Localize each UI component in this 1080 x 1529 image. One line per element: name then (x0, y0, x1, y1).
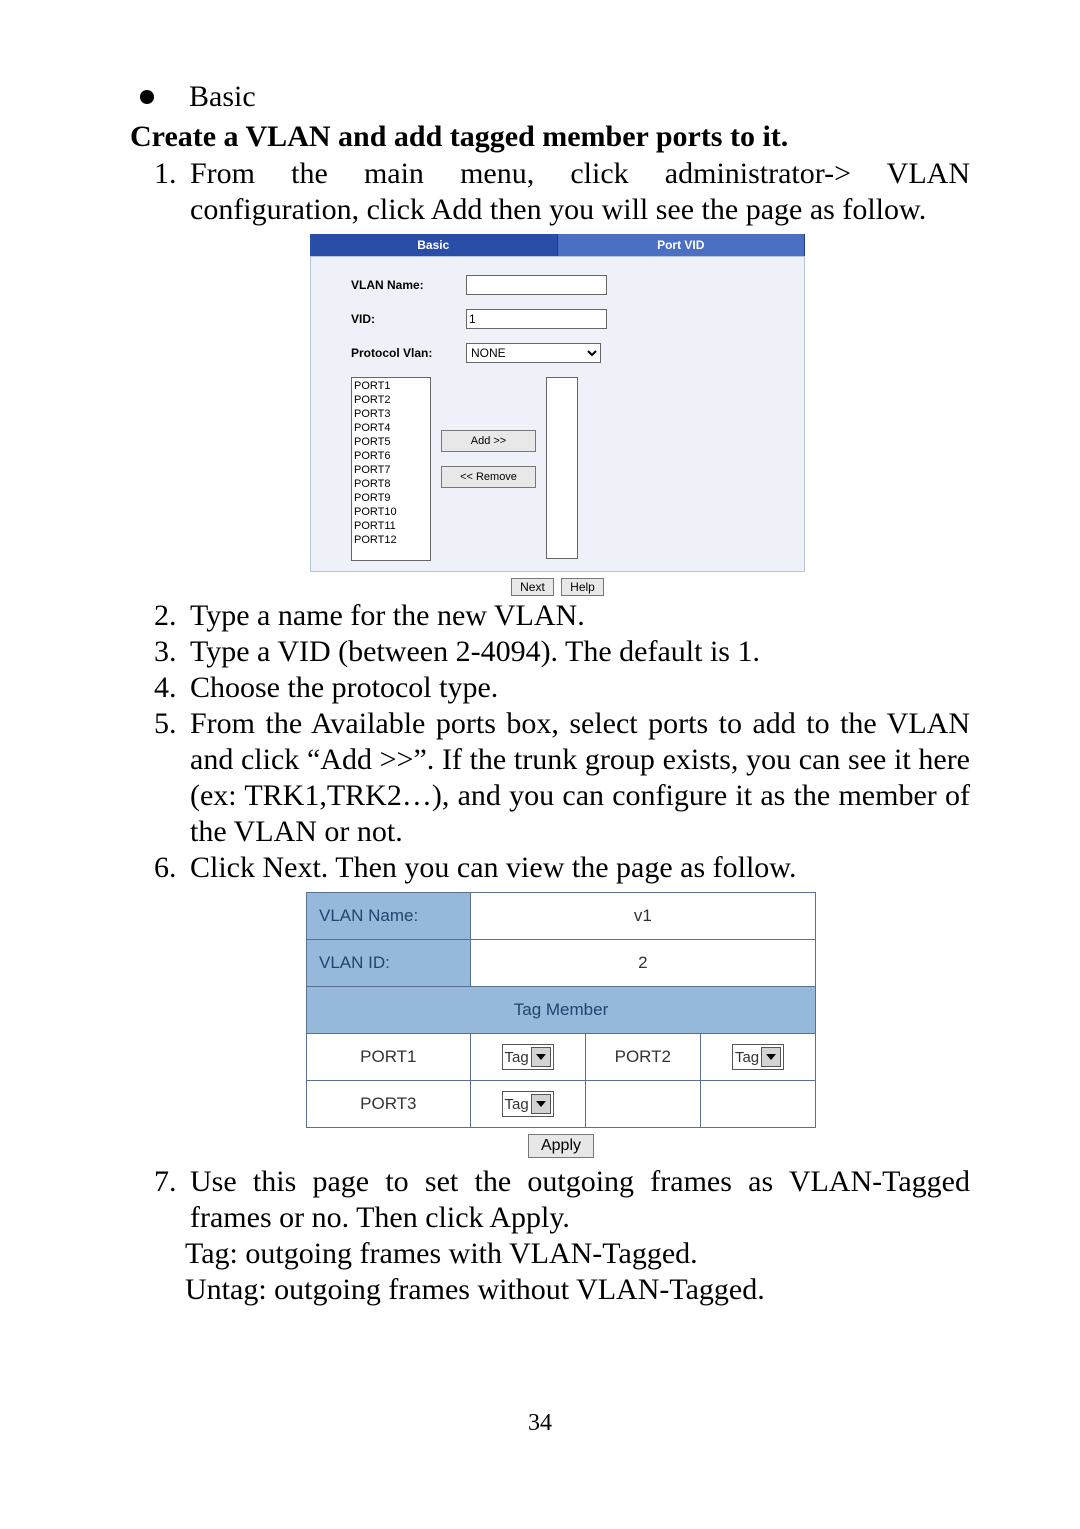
step-7b: Untag: outgoing frames without VLAN-Tagg… (185, 1272, 970, 1308)
port3-tag-select[interactable]: Tag (502, 1091, 554, 1117)
tab-port-vid[interactable]: Port VID (558, 234, 806, 256)
step-1: From the main menu, click administrator-… (184, 156, 970, 228)
chevron-down-icon (531, 1094, 551, 1114)
label-vid: VID: (351, 312, 466, 326)
apply-button[interactable]: Apply (528, 1134, 594, 1158)
port2-tag-select[interactable]: Tag (732, 1044, 784, 1070)
label-vlan-id: VLAN ID: (307, 940, 471, 987)
vlan-name-value: v1 (470, 893, 815, 940)
tab-basic[interactable]: Basic (310, 234, 558, 256)
help-button[interactable]: Help (561, 578, 604, 596)
next-button[interactable]: Next (511, 578, 554, 596)
step-7a: Tag: outgoing frames with VLAN-Tagged. (185, 1236, 970, 1272)
section-heading: Create a VLAN and add tagged member port… (130, 120, 970, 154)
vlan-id-value: 2 (470, 940, 815, 987)
list-item[interactable]: PORT8 (354, 477, 428, 491)
tag-member-header: Tag Member (307, 987, 816, 1034)
label-vlan-name: VLAN Name: (351, 278, 466, 292)
bullet-icon (140, 90, 154, 104)
figure-vlan-basic: Basic Port VID VLAN Name: VID: Protocol … (310, 234, 805, 596)
selected-ports-list[interactable] (546, 377, 578, 559)
remove-port-button[interactable]: << Remove (441, 466, 536, 488)
port2-label: PORT2 (585, 1034, 701, 1081)
list-item[interactable]: PORT7 (354, 463, 428, 477)
vid-input[interactable] (466, 309, 607, 329)
bullet-basic-text: Basic (189, 80, 256, 114)
page-number: 34 (0, 1410, 1080, 1437)
step-4: Choose the protocol type. (184, 670, 970, 706)
step-5: From the Available ports box, select por… (184, 706, 970, 850)
available-ports-list[interactable]: PORT1 PORT2 PORT3 PORT4 PORT5 PORT6 PORT… (351, 377, 431, 561)
chevron-down-icon (761, 1047, 781, 1067)
list-item[interactable]: PORT10 (354, 505, 428, 519)
list-item[interactable]: PORT5 (354, 435, 428, 449)
port1-tag-select[interactable]: Tag (502, 1044, 554, 1070)
list-item[interactable]: PORT12 (354, 533, 428, 547)
step-2: Type a name for the new VLAN. (184, 598, 970, 634)
step-3: Type a VID (between 2-4094). The default… (184, 634, 970, 670)
list-item[interactable]: PORT3 (354, 407, 428, 421)
vlan-name-input[interactable] (466, 275, 607, 295)
list-item[interactable]: PORT9 (354, 491, 428, 505)
list-item[interactable]: PORT2 (354, 393, 428, 407)
port1-label: PORT1 (307, 1034, 471, 1081)
figure-tag-member: VLAN Name: v1 VLAN ID: 2 Tag Member PORT… (306, 892, 816, 1158)
port3-label: PORT3 (307, 1081, 471, 1128)
step-6: Click Next. Then you can view the page a… (184, 850, 970, 886)
label-vlan-name-2: VLAN Name: (307, 893, 471, 940)
add-port-button[interactable]: Add >> (441, 430, 536, 452)
list-item[interactable]: PORT4 (354, 421, 428, 435)
step-7: Use this page to set the outgoing frames… (184, 1164, 970, 1236)
list-item[interactable]: PORT1 (354, 379, 428, 393)
list-item[interactable]: PORT11 (354, 519, 428, 533)
list-item[interactable]: PORT6 (354, 449, 428, 463)
chevron-down-icon (531, 1047, 551, 1067)
